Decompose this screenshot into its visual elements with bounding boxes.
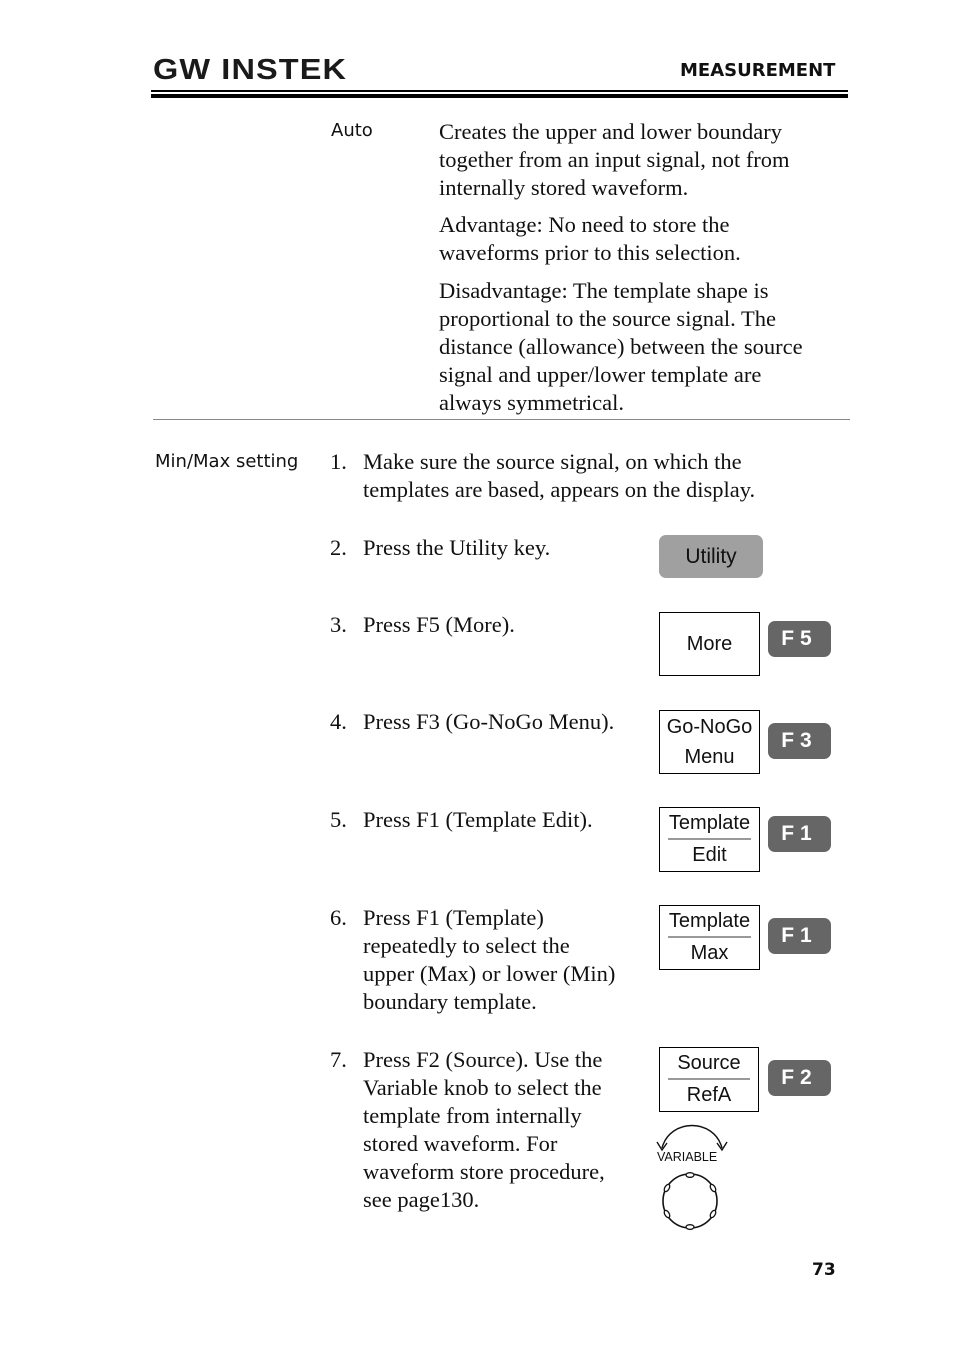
text-line: Press F1 (Template Edit). [363,807,593,832]
softkey-label-bottom: Max [690,942,729,964]
source-refa-softkey[interactable]: Source RefA [659,1047,759,1112]
softkey-label-bottom: RefA [686,1084,732,1106]
text-line: Creates the upper and lower boundary [439,119,783,144]
text-line: repeatedly to select the [363,933,570,958]
text-line: Disadvantage: The template shape is [439,278,769,303]
softkey-label-top: Template [668,910,751,932]
text-line: waveforms prior to this selection. [439,240,741,265]
step-5-text: Press F1 (Template Edit). [363,806,648,834]
text-line: see page130. [363,1187,480,1212]
template-edit-softkey[interactable]: Template Edit [659,807,760,872]
step-number: 1. [330,449,347,474]
softkey-label-top: Source [677,1052,741,1074]
page-number: 73 [812,1260,836,1280]
text-line: Press F2 (Source). Use the [363,1047,603,1072]
step-1-text: Make sure the source signal, on which th… [363,448,833,504]
step-number: 6. [330,905,347,930]
text-line: Make sure the source signal, on which th… [363,449,742,474]
text-line: Variable knob to select the [363,1075,602,1100]
text-line: stored waveform. For [363,1131,558,1156]
step-7-text: Press F2 (Source). Use the Variable knob… [363,1046,648,1214]
utility-key[interactable]: Utility [659,535,763,578]
auto-disadvantage: Disadvantage: The template shape is prop… [439,277,859,417]
f1-key[interactable]: F1 [768,918,831,954]
text-line: Press the Utility key. [363,535,551,560]
text-line: distance (allowance) between the source [439,334,803,359]
text-line: internally stored waveform. [439,175,689,200]
text-line: together from an input signal, not from [439,147,790,172]
f2-key[interactable]: F2 [768,1060,831,1096]
text-line: Press F3 (Go-NoGo Menu). [363,709,615,734]
step-number: 2. [330,535,347,560]
text-line: waveform store procedure, [363,1159,605,1184]
section-divider [153,419,850,420]
auto-advantage: Advantage: No need to store the waveform… [439,211,859,267]
text-line: always symmetrical. [439,390,624,415]
f1-key[interactable]: F1 [768,816,831,852]
header-rule-thick [151,94,848,98]
step-number: 3. [330,612,347,637]
variable-knob[interactable] [658,1170,722,1232]
header-rule-thin [151,90,848,92]
text-line: proportional to the source signal. The [439,306,777,331]
step-number: 4. [330,709,347,734]
text-line: Press F5 (More). [363,612,515,637]
step-6-text: Press F1 (Template) repeatedly to select… [363,904,648,1016]
step-4-text: Press F3 (Go-NoGo Menu). [363,708,648,736]
text-line: upper (Max) or lower (Min) [363,961,616,986]
softkey-label-bottom: Edit [692,844,727,866]
f5-key[interactable]: F5 [768,621,831,657]
text-line: signal and upper/lower template are [439,362,762,387]
variable-label: VARIABLE [657,1150,718,1164]
text-line: templates are based, appears on the disp… [363,477,756,502]
f3-key[interactable]: F3 [768,723,831,759]
text-line: boundary template. [363,989,537,1014]
text-line: Advantage: No need to store the [439,212,730,237]
text-line: template from internally [363,1103,582,1128]
gonogo-menu-softkey[interactable]: Go-NoGo Menu [659,710,760,774]
softkey-label-bottom: Menu [684,746,735,768]
step-number: 7. [330,1047,347,1072]
step-number: 5. [330,807,347,832]
template-max-softkey[interactable]: Template Max [659,905,760,970]
softkey-label-top: Template [668,812,751,834]
more-softkey[interactable]: More [659,612,760,676]
step-2-text: Press the Utility key. [363,534,648,562]
gw-instek-logo: GW INSTEK [153,54,348,86]
auto-description: Creates the upper and lower boundary tog… [439,118,859,202]
section-title: MEASUREMENT [680,60,836,81]
minmax-label: Min/Max setting [155,451,299,472]
softkey-label: More [686,633,733,655]
softkey-label-top: Go-NoGo [666,716,753,738]
auto-label: Auto [331,120,373,141]
text-line: Press F1 (Template) [363,905,544,930]
step-3-text: Press F5 (More). [363,611,648,639]
